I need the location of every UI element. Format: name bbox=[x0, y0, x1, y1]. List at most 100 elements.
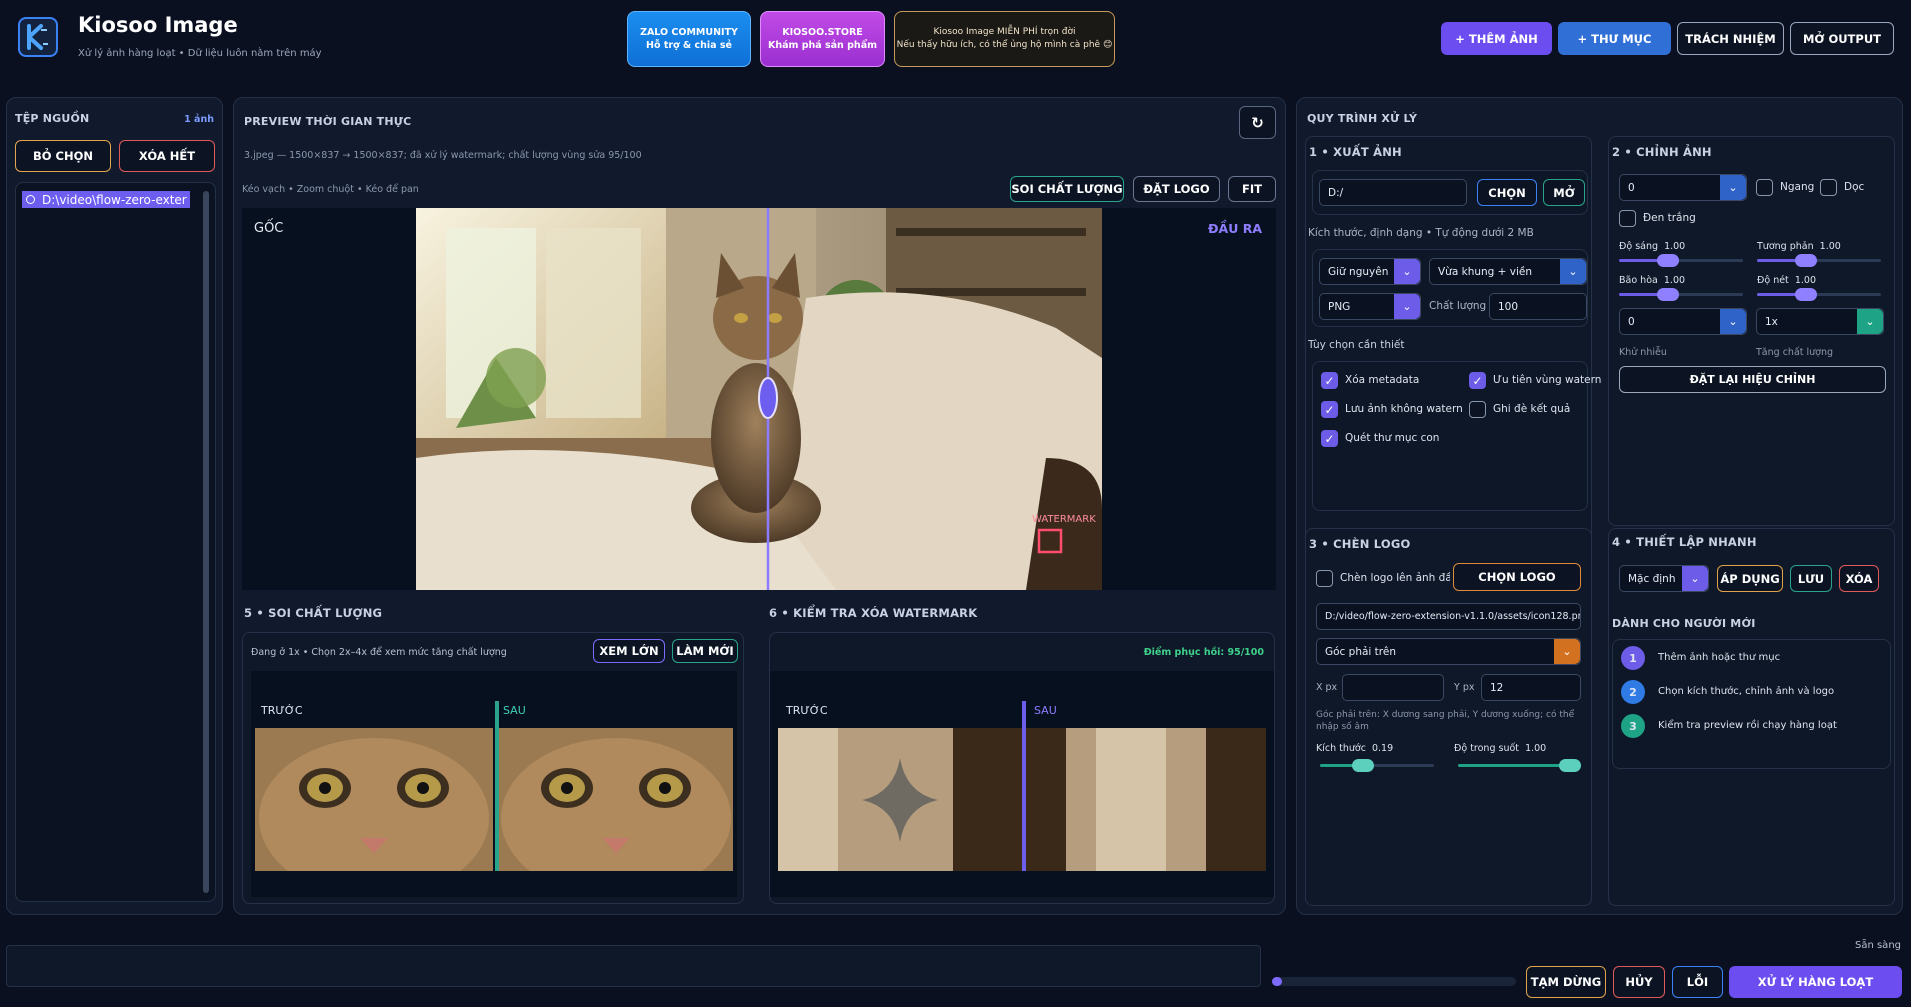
quality-section-title: 5 • SOI CHẤT LƯỢNG bbox=[244, 606, 383, 620]
logo-size-slider[interactable] bbox=[1320, 759, 1434, 772]
saturation-slider[interactable] bbox=[1619, 288, 1743, 301]
logo-position-value: Góc phải trên bbox=[1325, 645, 1396, 658]
source-count: 1 ảnh bbox=[184, 114, 214, 125]
section-number: 3 bbox=[1309, 537, 1318, 551]
quality-panel: Đang ở 1x • Chọn 2x–4x để xem mức tăng c… bbox=[242, 632, 744, 904]
watermark-compare: TRƯỚC SAU bbox=[770, 671, 1274, 897]
preset-select[interactable]: Mặc định ⌄ bbox=[1619, 565, 1709, 592]
quality-after-image bbox=[499, 728, 733, 871]
after-label: SAU bbox=[503, 704, 526, 717]
choose-folder-button[interactable]: CHỌN bbox=[1477, 179, 1537, 206]
quality-inspect-button[interactable]: SOI CHẤT LƯỢNG bbox=[1010, 176, 1124, 202]
logo-title: 3 • CHÈN LOGO bbox=[1309, 537, 1411, 551]
responsibility-button[interactable]: TRÁCH NHIỆM bbox=[1677, 22, 1784, 55]
preview-title: PREVIEW THỜI GIAN THỰC bbox=[244, 115, 412, 128]
list-scrollbar[interactable] bbox=[203, 191, 209, 893]
quality-compare: TRƯỚC SAU bbox=[251, 671, 737, 897]
size-mode-value: Giữ nguyên bbox=[1328, 265, 1389, 278]
refresh-button[interactable]: LÀM MỚI bbox=[672, 639, 738, 663]
scan-subfolders-checkbox[interactable]: ✓ bbox=[1321, 430, 1338, 447]
quality-input[interactable]: 100 bbox=[1489, 293, 1587, 320]
x-offset-input[interactable] bbox=[1342, 674, 1444, 701]
flip-horizontal-checkbox[interactable] bbox=[1756, 179, 1773, 196]
remove-metadata-checkbox[interactable]: ✓ bbox=[1321, 372, 1338, 389]
store-subtitle: Khám phá sản phẩm bbox=[767, 40, 878, 51]
output-path-input[interactable]: D:/ bbox=[1319, 179, 1467, 206]
saturation-label: Bão hòa 1.00 bbox=[1619, 275, 1686, 286]
rotate-select[interactable]: 0 ⌄ bbox=[1619, 174, 1747, 201]
flip-vertical-checkbox[interactable] bbox=[1820, 179, 1837, 196]
after-label: SAU bbox=[1034, 704, 1057, 717]
fit-mode-select[interactable]: Vừa khung + viền ⌄ bbox=[1429, 258, 1587, 285]
choose-logo-button[interactable]: CHỌN LOGO bbox=[1453, 563, 1581, 591]
preview-info: 3.jpeg — 1500×837 → 1500×837; đã xử lý w… bbox=[244, 150, 642, 161]
chevron-down-icon: ⌄ bbox=[1554, 639, 1580, 664]
black-white-checkbox[interactable] bbox=[1619, 210, 1636, 227]
sharpness-slider[interactable] bbox=[1757, 288, 1881, 301]
chevron-down-icon: ⌄ bbox=[1682, 566, 1708, 591]
place-logo-button[interactable]: ĐẶT LOGO bbox=[1133, 176, 1220, 202]
brightness-slider[interactable] bbox=[1619, 254, 1743, 267]
section-label: KIỂM TRA XÓA WATERMARK bbox=[793, 606, 978, 620]
upscale-label: Tăng chất lượng bbox=[1756, 347, 1834, 358]
logo-path-input[interactable]: D:/video/flow-zero-extension-v1.1.0/asse… bbox=[1316, 603, 1581, 630]
open-output-button[interactable]: MỞ OUTPUT bbox=[1790, 22, 1894, 55]
batch-process-button[interactable]: XỬ LÝ HÀNG LOẠT bbox=[1729, 966, 1902, 998]
pause-button[interactable]: TẠM DỪNG bbox=[1526, 966, 1606, 998]
chevron-down-icon: ⌄ bbox=[1394, 294, 1420, 319]
reset-adjustments-button[interactable]: ĐẶT LẠI HIỆU CHỈNH bbox=[1619, 366, 1886, 393]
vertical-label: Dọc bbox=[1844, 181, 1865, 193]
contrast-slider[interactable] bbox=[1757, 254, 1881, 267]
y-offset-input[interactable]: 12 bbox=[1481, 674, 1581, 701]
open-folder-button[interactable]: MỞ bbox=[1543, 179, 1585, 206]
preview-image: WATERMARK bbox=[416, 208, 1102, 590]
save-preset-button[interactable]: LƯU bbox=[1790, 565, 1832, 592]
size-mode-select[interactable]: Giữ nguyên ⌄ bbox=[1319, 258, 1421, 285]
chevron-down-icon: ⌄ bbox=[1394, 259, 1420, 284]
step-text: Thêm ảnh hoặc thư mục bbox=[1658, 652, 1781, 663]
deselect-button[interactable]: BỎ CHỌN bbox=[15, 140, 111, 172]
svg-text:WATERMARK: WATERMARK bbox=[1032, 514, 1096, 525]
bw-label: Đen trắng bbox=[1643, 212, 1696, 224]
newbie-steps: 1 Thêm ảnh hoặc thư mục 2 Chọn kích thướ… bbox=[1612, 639, 1891, 769]
x-label: X px bbox=[1316, 682, 1338, 693]
chevron-down-icon: ⌄ bbox=[1560, 259, 1586, 284]
apply-preset-button[interactable]: ÁP DỤNG bbox=[1717, 565, 1783, 592]
format-select[interactable]: PNG ⌄ bbox=[1319, 293, 1421, 320]
source-file-list[interactable]: D:\video\flow-zero-exter bbox=[15, 182, 216, 902]
brightness-label: Độ sáng 1.00 bbox=[1619, 241, 1686, 252]
logo-position-select[interactable]: Góc phải trên ⌄ bbox=[1316, 638, 1581, 665]
zalo-community-button[interactable]: ZALO COMMUNITY Hỗ trợ & chia sẻ bbox=[627, 11, 751, 67]
add-folder-button[interactable]: + THƯ MỤC bbox=[1558, 22, 1671, 55]
denoise-select[interactable]: 0 ⌄ bbox=[1619, 308, 1747, 335]
size-format-group: Giữ nguyên ⌄ Vừa khung + viền ⌄ PNG ⌄ Chất … bbox=[1312, 249, 1588, 327]
view-large-button[interactable]: XEM LỚN bbox=[593, 639, 665, 663]
prefer-watermark-area-checkbox[interactable]: ✓ bbox=[1469, 372, 1486, 389]
progress-bar bbox=[1272, 977, 1516, 986]
upscale-value: 1x bbox=[1765, 315, 1778, 328]
donate-banner[interactable]: Kiosoo Image MIỄN PHÍ trọn đời Nếu thấy … bbox=[894, 11, 1115, 67]
step-badge: 1 bbox=[1621, 646, 1645, 670]
cancel-button[interactable]: HỦY bbox=[1613, 966, 1665, 998]
overwrite-results-checkbox[interactable] bbox=[1469, 401, 1486, 418]
list-item[interactable]: D:\video\flow-zero-exter bbox=[22, 191, 190, 208]
kiosoo-store-button[interactable]: KIOSOO.STORE Khám phá sản phẩm bbox=[760, 11, 885, 67]
app-subtitle: Xử lý ảnh hàng loạt • Dữ liệu luôn nằm t… bbox=[78, 48, 322, 59]
file-path: D:\video\flow-zero-exter bbox=[42, 192, 187, 207]
logo-opacity-slider[interactable] bbox=[1458, 759, 1581, 772]
refresh-icon[interactable]: ↻ bbox=[1239, 106, 1276, 139]
export-title: 1 • XUẤT ẢNH bbox=[1309, 145, 1402, 159]
insert-logo-checkbox[interactable] bbox=[1316, 570, 1333, 587]
step-text: Chọn kích thước, chỉnh ảnh và logo bbox=[1658, 686, 1835, 697]
denoise-value: 0 bbox=[1628, 315, 1635, 328]
add-image-button[interactable]: + THÊM ẢNH bbox=[1441, 22, 1552, 55]
log-area[interactable] bbox=[6, 945, 1261, 987]
clear-all-button[interactable]: XÓA HẾT bbox=[119, 140, 215, 172]
upscale-select[interactable]: 1x ⌄ bbox=[1756, 308, 1884, 335]
delete-preset-button[interactable]: XÓA bbox=[1839, 565, 1879, 592]
fit-button[interactable]: FIT bbox=[1228, 176, 1276, 202]
save-no-watermark-checkbox[interactable]: ✓ bbox=[1321, 401, 1338, 418]
section-label: XUẤT ẢNH bbox=[1333, 145, 1402, 159]
preview-canvas[interactable]: GỐC ĐẦU RA WATERMARK bbox=[242, 208, 1276, 590]
errors-button[interactable]: LỖI bbox=[1672, 966, 1723, 998]
